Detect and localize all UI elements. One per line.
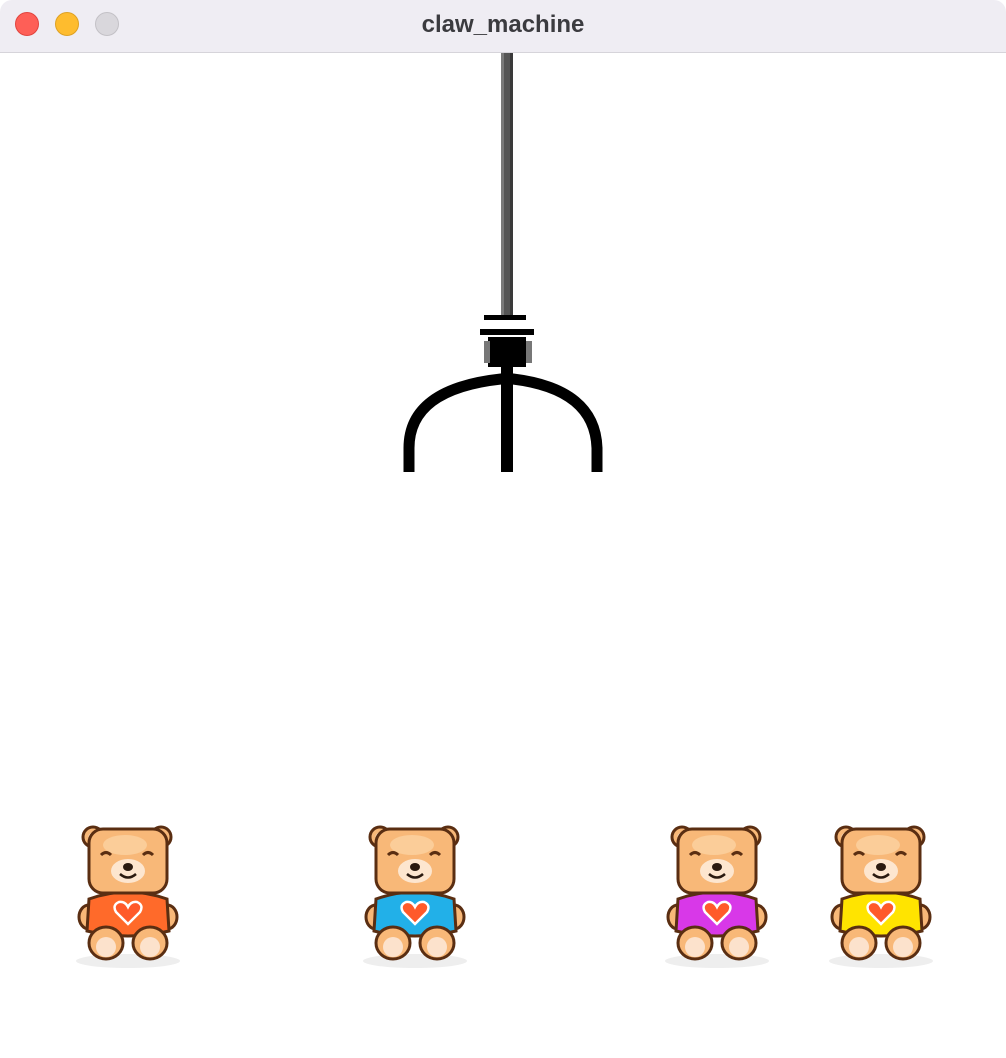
- game-window: claw_machine: [0, 0, 1006, 1058]
- window-title: claw_machine: [421, 11, 585, 38]
- claw-icon: [403, 53, 603, 472]
- teddy-bear-purple[interactable]: [662, 823, 772, 969]
- teddy-bear-yellow[interactable]: [826, 823, 936, 969]
- game-canvas[interactable]: [0, 53, 1006, 1058]
- title-bar: claw_machine: [0, 0, 1006, 53]
- teddy-bear-orange[interactable]: [73, 823, 183, 969]
- teddy-bear-blue[interactable]: [360, 823, 470, 969]
